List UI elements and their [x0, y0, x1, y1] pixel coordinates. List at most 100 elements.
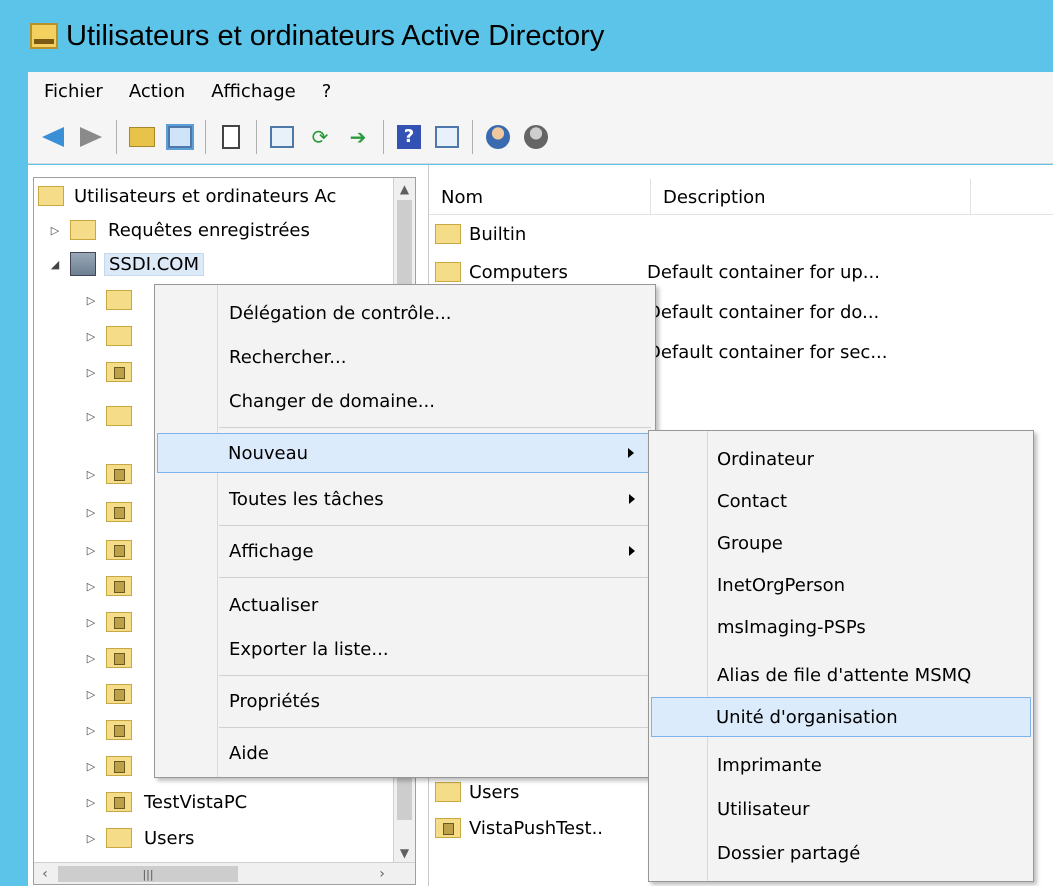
submenu-item-unite-organisation[interactable]: Unité d'organisation: [651, 697, 1031, 737]
menu-separator: [219, 577, 651, 578]
column-name[interactable]: Nom: [429, 179, 651, 215]
export-icon[interactable]: ➔: [345, 124, 371, 150]
submenu-item-inetorgperson[interactable]: InetOrgPerson: [651, 565, 1031, 605]
submenu-item-imprimante[interactable]: Imprimante: [651, 745, 1031, 785]
expand-icon[interactable]: ▷: [84, 616, 98, 629]
expand-icon[interactable]: ▷: [84, 652, 98, 665]
back-icon[interactable]: [40, 124, 66, 150]
show-hide-tree-icon[interactable]: [166, 123, 194, 150]
menu-item-rechercher[interactable]: Rechercher...: [157, 337, 653, 377]
menu-item-label: Nouveau: [228, 442, 309, 464]
scroll-thumb[interactable]: |||: [58, 866, 238, 882]
details-view-icon[interactable]: [434, 124, 460, 150]
tree-root[interactable]: Utilisateurs et ordinateurs Ac: [38, 180, 336, 212]
up-folder-icon[interactable]: [129, 124, 155, 150]
tree-child[interactable]: ▷: [84, 570, 144, 602]
tree-child[interactable]: ▷: [84, 534, 144, 566]
menu-item-label: Rechercher...: [229, 346, 347, 368]
menu-item-nouveau[interactable]: Nouveau: [157, 433, 653, 473]
tree-child[interactable]: ▷: [84, 284, 144, 316]
expand-icon[interactable]: ▷: [84, 294, 98, 307]
menu-item-aide[interactable]: Aide: [157, 733, 653, 773]
menu-bar: Fichier Action Affichage ?: [28, 72, 1053, 110]
expand-icon[interactable]: ▷: [48, 224, 62, 237]
menu-action[interactable]: Action: [129, 81, 185, 102]
group-icon[interactable]: [523, 124, 549, 150]
expand-icon[interactable]: ▷: [84, 688, 98, 701]
scroll-up-icon[interactable]: ▲: [394, 178, 415, 200]
item-name: Builtin: [469, 223, 527, 245]
help-icon[interactable]: ?: [396, 124, 422, 150]
submenu-item-ordinateur[interactable]: Ordinateur: [651, 439, 1031, 479]
list-item-users[interactable]: Users: [435, 777, 647, 807]
submenu-item-msimaging-psps[interactable]: msImaging-PSPs: [651, 607, 1031, 647]
menu-item-label: Aide: [229, 742, 269, 764]
menu-separator: [219, 525, 651, 526]
ou-icon: [106, 540, 132, 560]
tree-child[interactable]: ▷: [84, 320, 144, 352]
column-header: Nom Description: [429, 179, 1053, 215]
users-icon[interactable]: [485, 124, 511, 150]
menu-fichier[interactable]: Fichier: [44, 81, 103, 102]
expand-icon[interactable]: ▷: [84, 468, 98, 481]
expand-icon[interactable]: ▷: [84, 410, 98, 423]
tree-item-domain[interactable]: ◢ SSDI.COM: [48, 248, 205, 280]
tree-item-testvistapc[interactable]: ▷ TestVistaPC: [84, 786, 248, 818]
expand-icon[interactable]: ▷: [84, 760, 98, 773]
ou-icon: [106, 362, 132, 382]
menu-item-label: Groupe: [717, 532, 783, 554]
tree-item-saved-queries[interactable]: ▷ Requêtes enregistrées: [48, 214, 310, 246]
properties-icon[interactable]: [218, 124, 244, 150]
menu-affichage[interactable]: Affichage: [211, 81, 296, 102]
tree-child[interactable]: ▷: [84, 400, 144, 432]
expand-icon[interactable]: ▷: [84, 724, 98, 737]
forward-icon[interactable]: [78, 124, 104, 150]
item-description: Default container for sec...: [647, 341, 888, 363]
tree-child[interactable]: ▷: [84, 606, 144, 638]
menu-item-affichage[interactable]: Affichage: [157, 531, 653, 571]
column-description[interactable]: Description: [651, 179, 971, 215]
menu-item-changer-domaine[interactable]: Changer de domaine...: [157, 381, 653, 421]
list-item-vistapushtest[interactable]: VistaPushTest..: [435, 813, 647, 843]
submenu-item-contact[interactable]: Contact: [651, 481, 1031, 521]
submenu-item-alias-msmq[interactable]: Alias de file d'attente MSMQ: [651, 655, 1031, 695]
list-item-computers[interactable]: Computers Default container for up...: [435, 257, 880, 287]
expand-icon[interactable]: ▷: [84, 330, 98, 343]
tree-child[interactable]: ▷: [84, 678, 144, 710]
scroll-down-icon[interactable]: ▼: [394, 842, 415, 864]
expand-icon[interactable]: ▷: [84, 506, 98, 519]
tree-child[interactable]: ▷: [84, 642, 144, 674]
tree-child[interactable]: ▷: [84, 356, 144, 388]
ou-icon: [106, 720, 132, 740]
tree-horizontal-scrollbar[interactable]: ‹ ||| ›: [34, 862, 415, 884]
expand-icon[interactable]: ▷: [84, 580, 98, 593]
list-item-builtin[interactable]: Builtin: [435, 219, 647, 249]
submenu-item-utilisateur[interactable]: Utilisateur: [651, 789, 1031, 829]
tree-child[interactable]: ▷: [84, 750, 144, 782]
menu-item-toutes-taches[interactable]: Toutes les tâches: [157, 479, 653, 519]
submenu-item-dossier-partage[interactable]: Dossier partagé: [651, 833, 1031, 873]
menu-item-exporter-liste[interactable]: Exporter la liste...: [157, 629, 653, 669]
submenu-nouveau: Ordinateur Contact Groupe InetOrgPerson …: [648, 430, 1034, 882]
scroll-right-icon[interactable]: ›: [371, 863, 393, 884]
menu-item-proprietes[interactable]: Propriétés: [157, 681, 653, 721]
folder-icon: [106, 290, 132, 310]
tree-child[interactable]: ▷: [84, 496, 144, 528]
collapse-icon[interactable]: ◢: [48, 258, 62, 271]
item-name: Computers: [469, 261, 568, 283]
menu-help[interactable]: ?: [322, 81, 332, 102]
expand-icon[interactable]: ▷: [84, 832, 98, 845]
export-list-icon[interactable]: [269, 124, 295, 150]
tree-child[interactable]: ▷: [84, 714, 144, 746]
expand-icon[interactable]: ▷: [84, 544, 98, 557]
menu-item-delegation[interactable]: Délégation de contrôle...: [157, 293, 653, 333]
tree-child[interactable]: ▷: [84, 458, 144, 490]
refresh-icon[interactable]: ⟳: [307, 124, 333, 150]
tree-item-users[interactable]: ▷ Users: [84, 822, 195, 854]
expand-icon[interactable]: ▷: [84, 366, 98, 379]
expand-icon[interactable]: ▷: [84, 796, 98, 809]
submenu-item-groupe[interactable]: Groupe: [651, 523, 1031, 563]
menu-item-label: Alias de file d'attente MSMQ: [717, 664, 972, 686]
menu-item-actualiser[interactable]: Actualiser: [157, 585, 653, 625]
scroll-left-icon[interactable]: ‹: [34, 863, 56, 884]
